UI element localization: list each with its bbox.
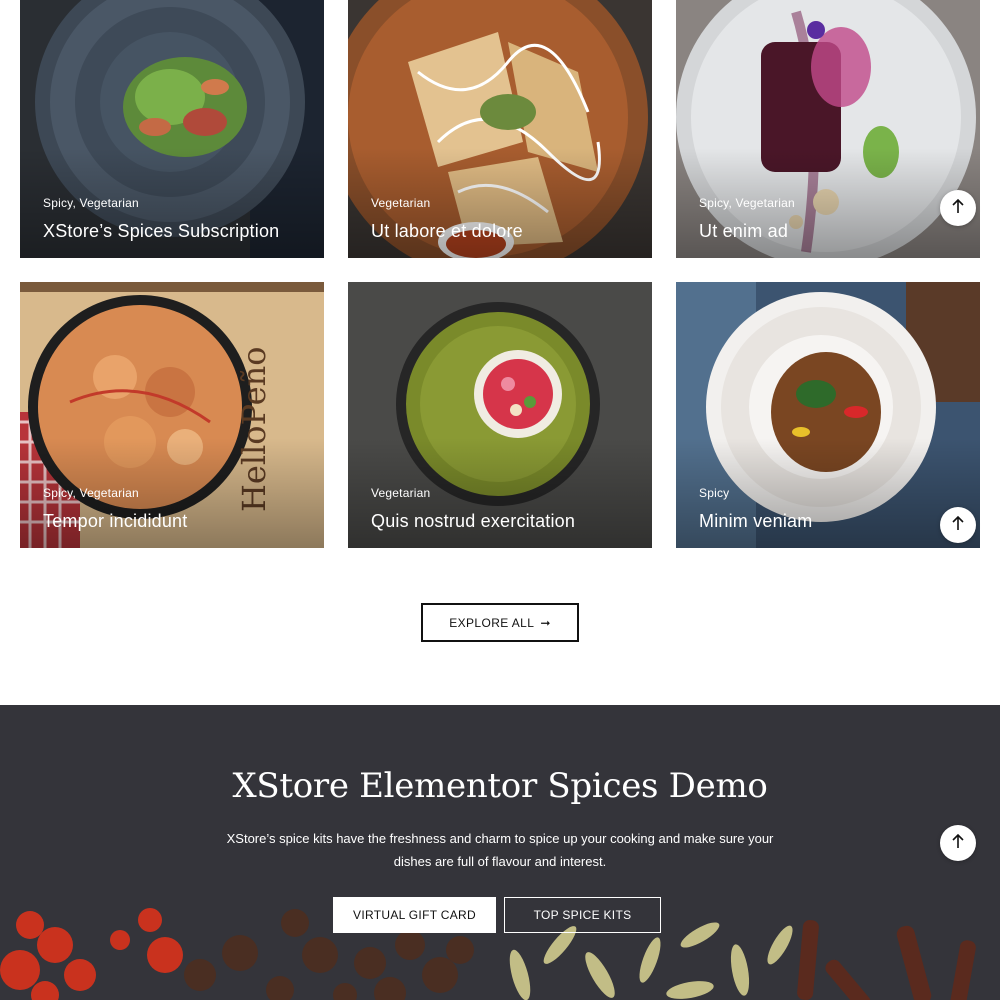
top-spice-kits-button[interactable]: TOP SPICE KITS	[504, 897, 661, 933]
product-card-3[interactable]: Spicy, Vegetarian Ut enim ad	[676, 0, 980, 258]
card-tags: Spicy, Vegetarian	[43, 486, 139, 500]
banner-title: XStore Elementor Spices Demo	[232, 766, 768, 806]
banner-description: XStore’s spice kits have the freshness a…	[226, 831, 774, 869]
card-tags: Spicy, Vegetarian	[699, 196, 795, 210]
explore-all-label: EXPLORE ALL	[449, 615, 535, 630]
product-card-6[interactable]: Spicy Minim veniam	[676, 282, 980, 548]
arrow-right-icon: ➞	[540, 615, 551, 630]
card-title[interactable]: Ut enim ad	[699, 221, 788, 242]
explore-all-button[interactable]: EXPLORE ALL ➞	[421, 603, 579, 642]
product-card-4[interactable]: HelloPeño Spicy, Vegetarian Tempor incid…	[20, 282, 324, 548]
scroll-top-button[interactable]	[940, 825, 976, 861]
product-card-1[interactable]: Spicy, Vegetarian XStore’s Spices Subscr…	[20, 0, 324, 258]
arrow-up-icon	[951, 833, 965, 853]
card-tags: Vegetarian	[371, 196, 431, 210]
product-card-5[interactable]: Vegetarian Quis nostrud exercitation	[348, 282, 652, 548]
arrow-up-icon	[951, 515, 965, 535]
promo-banner: XStore Elementor Spices Demo XStore’s sp…	[0, 705, 1000, 1000]
card-title[interactable]: Minim veniam	[699, 511, 812, 532]
virtual-gift-card-button[interactable]: VIRTUAL GIFT CARD	[333, 897, 496, 933]
card-tags: Spicy	[699, 486, 730, 500]
card-tags: Vegetarian	[371, 486, 431, 500]
product-card-2[interactable]: Vegetarian Ut labore et dolore	[348, 0, 652, 258]
card-tags: Spicy, Vegetarian	[43, 196, 139, 210]
card-title[interactable]: Ut labore et dolore	[371, 221, 523, 242]
card-title[interactable]: Tempor incididunt	[43, 511, 187, 532]
card-title[interactable]: XStore’s Spices Subscription	[43, 221, 279, 242]
scroll-top-button[interactable]	[940, 507, 976, 543]
scroll-top-button[interactable]	[940, 190, 976, 226]
card-title[interactable]: Quis nostrud exercitation	[371, 511, 575, 532]
arrow-up-icon	[951, 198, 965, 218]
